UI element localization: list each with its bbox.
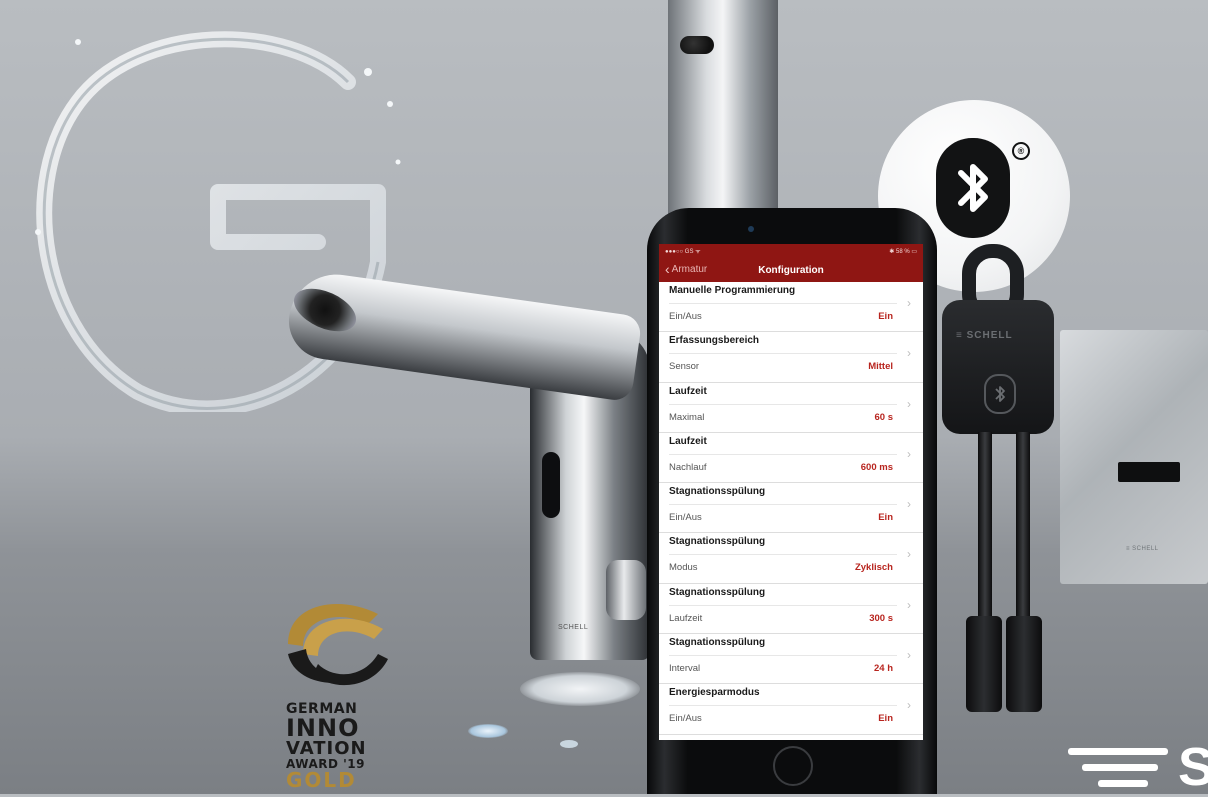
row-title: Laufzeit: [669, 385, 707, 397]
row-title: Stagnationsspülung: [669, 486, 766, 498]
row-label: Ein/Aus: [669, 713, 702, 725]
row-title: Energiesparmodus: [669, 687, 760, 699]
sensor-window: [1118, 462, 1180, 482]
row-value: Zyklisch: [854, 562, 893, 574]
dongle-plug: [1006, 616, 1042, 712]
schell-logo-letter: S: [1178, 737, 1208, 797]
dongle-cable: [1016, 432, 1030, 622]
chevron-right-icon: ›: [907, 648, 911, 663]
water-drop: [468, 724, 508, 738]
water-drop: [560, 740, 578, 748]
plate-brand: ≡ SCHELL: [1126, 546, 1159, 552]
row-divider: [669, 655, 897, 657]
row-title: Stagnationsspülung: [669, 586, 766, 598]
row-value: Ein: [878, 713, 893, 725]
status-bar: ●●●○○ GS ᯤ ✱ 58 % ▭: [659, 244, 923, 258]
row-label: Modus: [669, 562, 698, 574]
faucet-valve: [606, 560, 646, 620]
row-divider: [669, 303, 897, 304]
row-divider: [669, 554, 897, 556]
row-label: Interval: [669, 663, 701, 675]
list-item[interactable]: Stagnationsspülung Modus Zyklisch ›: [659, 533, 923, 584]
list-item[interactable]: Erfassungsbereich Sensor Mittel ›: [659, 332, 923, 383]
chevron-right-icon: ›: [907, 346, 911, 361]
chevron-right-icon: ›: [907, 547, 911, 562]
row-divider: [669, 453, 897, 455]
list-item[interactable]: Laufzeit Nachlauf 600 ms ›: [659, 433, 923, 484]
chevron-right-icon: ›: [907, 597, 911, 612]
chevron-right-icon: ›: [907, 698, 911, 713]
row-value: 60 s: [874, 411, 894, 423]
row-value: 24 h: [873, 663, 893, 675]
award-line: VATION: [286, 738, 367, 759]
row-title: Stagnationsspülung: [669, 637, 766, 649]
nav-title: Konfiguration: [758, 265, 824, 276]
list-item[interactable]: Energiesparmodus Ein/Aus Ein ›: [659, 684, 923, 735]
row-title: Stagnationsspülung: [669, 536, 766, 548]
phone-screen: ●●●○○ GS ᯤ ✱ 58 % ▭ ‹ Armatur Konfigurat…: [659, 244, 923, 740]
settings-list: Manuelle Programmierung Ein/Aus Ein › Er…: [659, 282, 923, 735]
chevron-right-icon: ›: [907, 396, 911, 411]
row-value: Ein: [878, 311, 893, 322]
row-label: Ein/Aus: [669, 311, 702, 322]
dongle-cable: [978, 432, 992, 622]
row-label: Maximal: [669, 411, 705, 423]
registered-mark: ®: [1012, 142, 1030, 160]
pillar-nozzle: [680, 36, 714, 54]
home-button[interactable]: [773, 746, 813, 786]
row-label: Sensor: [669, 361, 700, 373]
row-label: Laufzeit: [669, 612, 703, 624]
chevron-right-icon: ›: [907, 446, 911, 461]
row-title: Erfassungsbereich: [669, 335, 760, 347]
list-item[interactable]: Laufzeit Maximal 60 s ›: [659, 383, 923, 433]
list-item[interactable]: Stagnationsspülung Interval 24 h ›: [659, 634, 923, 685]
award-title: GERMAN INNO VATION AWARD '19 GOLD: [286, 702, 396, 790]
award-line: GOLD: [286, 768, 357, 792]
dongle-brand: ≡ SCHELL: [956, 330, 1013, 341]
award-line: INNO: [286, 714, 360, 742]
faucet-brand: SCHELL: [558, 624, 589, 631]
row-title: Laufzeit: [669, 435, 707, 447]
chevron-right-icon: ›: [907, 497, 911, 512]
water-puddle: [520, 672, 640, 706]
row-label: Nachlauf: [669, 461, 707, 473]
faucet-sensor: [542, 452, 560, 518]
row-divider: [669, 504, 897, 506]
row-divider: [669, 604, 897, 606]
row-value: Ein: [878, 512, 893, 524]
row-divider: [669, 403, 897, 405]
list-item[interactable]: Manuelle Programmierung Ein/Aus Ein ›: [659, 282, 923, 333]
bluetooth-icon: [984, 374, 1016, 414]
schell-logo-mark: [1068, 748, 1168, 787]
status-carrier: ●●●○○ GS ᯤ: [665, 249, 701, 255]
row-label: Ein/Aus: [669, 512, 702, 524]
row-divider: [669, 353, 897, 355]
row-divider: [669, 705, 897, 707]
award-logo: [288, 604, 388, 686]
row-value: 300 s: [869, 612, 893, 624]
bluetooth-icon: [936, 138, 1010, 238]
nav-bar: ‹ Armatur Konfiguration: [659, 258, 923, 282]
row-value: Mittel: [868, 361, 893, 373]
row-title: Manuelle Programmierung: [669, 285, 796, 296]
status-battery: ✱ 58 % ▭: [889, 248, 917, 255]
chevron-right-icon: ›: [907, 296, 911, 310]
row-value: 600 ms: [860, 461, 893, 473]
front-camera: [748, 226, 754, 232]
list-item[interactable]: Stagnationsspülung Ein/Aus Ein ›: [659, 483, 923, 534]
list-item[interactable]: Stagnationsspülung Laufzeit 300 s ›: [659, 584, 923, 635]
dongle-plug: [966, 616, 1002, 712]
